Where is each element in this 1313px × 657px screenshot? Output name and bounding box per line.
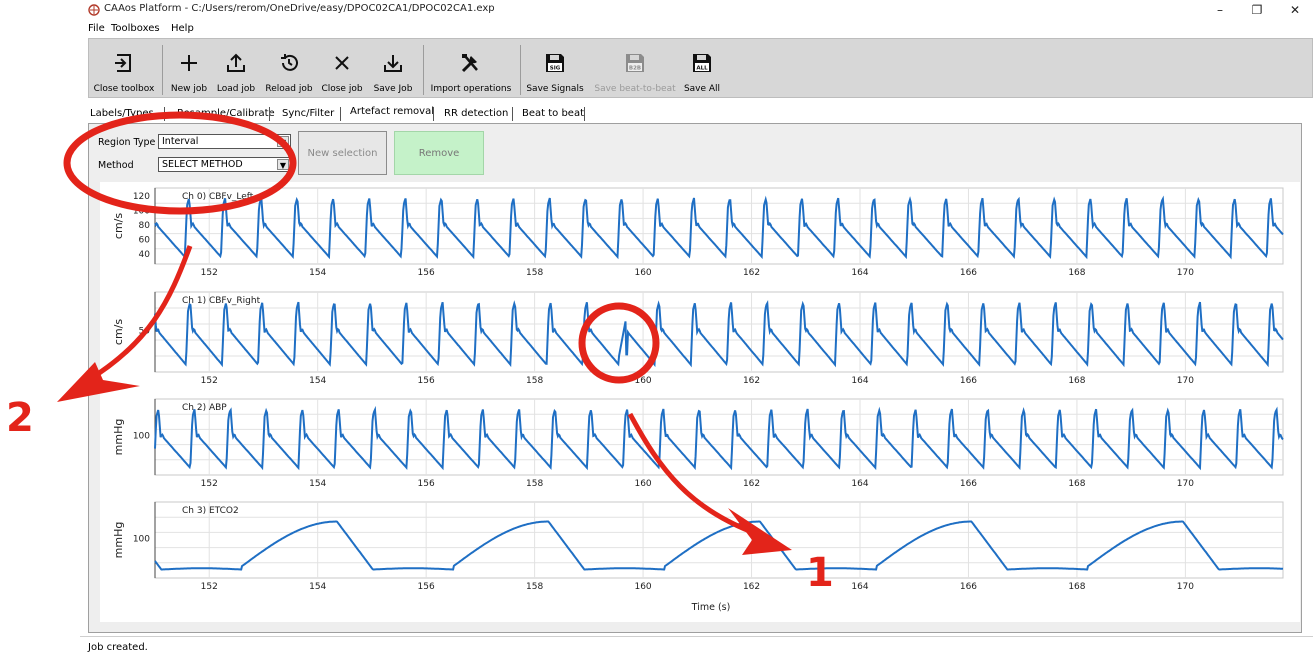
arrow-2-line bbox=[78, 245, 193, 388]
annotation-marker-1: 1 bbox=[806, 550, 834, 596]
highlight-ellipse-controls bbox=[63, 111, 297, 215]
arrow-2-head bbox=[57, 362, 140, 402]
annotation-marker-2: 2 bbox=[6, 395, 34, 441]
highlight-circle-artefact bbox=[578, 302, 660, 384]
status-text: Job created. bbox=[88, 642, 148, 653]
arrow-1-head bbox=[728, 508, 792, 555]
annotation-overlay bbox=[57, 111, 792, 555]
status-bar: Job created. bbox=[80, 636, 1313, 657]
app-window: CAAos Platform - C:/Users/rerom/OneDrive… bbox=[0, 0, 1313, 657]
